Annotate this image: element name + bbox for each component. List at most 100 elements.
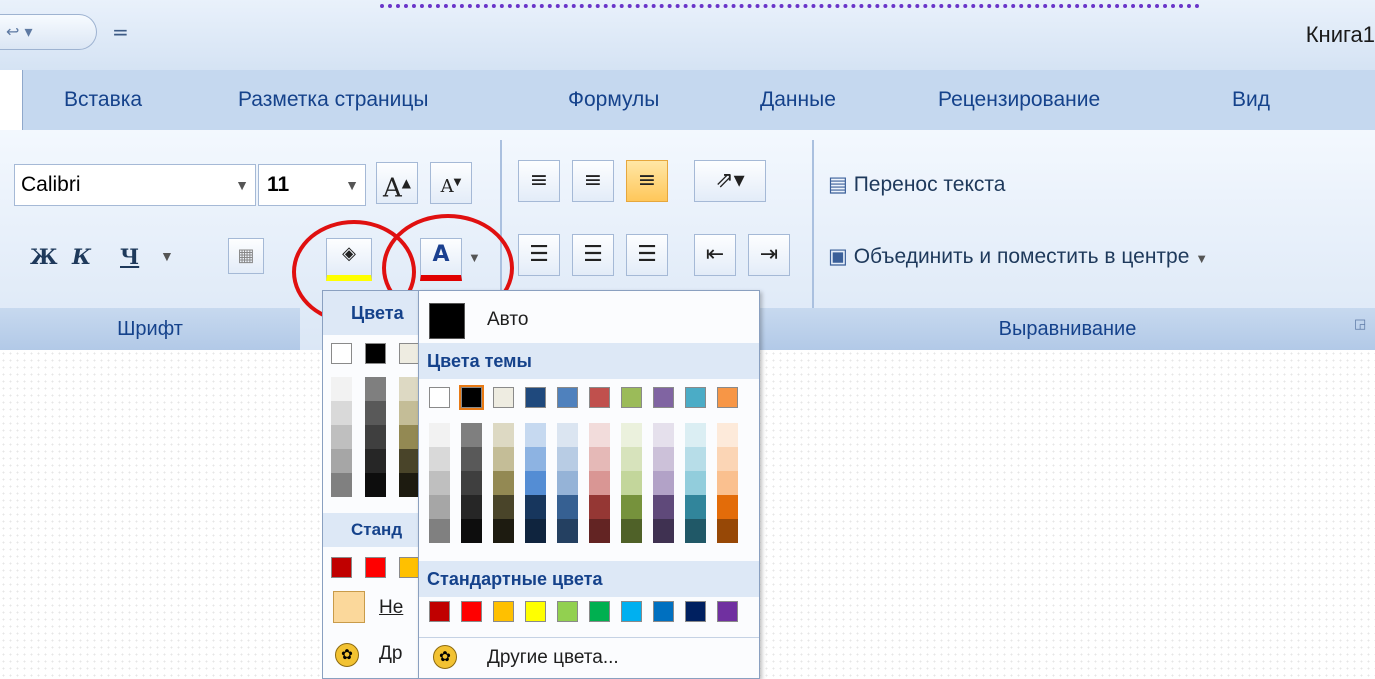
decrease-indent-button[interactable]: ⇤	[694, 234, 736, 276]
fill-theme-swatch[interactable]	[399, 449, 420, 473]
fill-theme-swatch[interactable]	[331, 343, 352, 364]
align-right-button[interactable]: ☰	[626, 234, 668, 276]
theme-color-swatch[interactable]	[589, 423, 610, 447]
fill-theme-swatch[interactable]	[399, 425, 420, 449]
theme-color-swatch[interactable]	[557, 423, 578, 447]
standard-color-swatch[interactable]	[525, 601, 546, 622]
theme-color-swatch[interactable]	[557, 495, 578, 519]
fill-standard-swatch[interactable]	[365, 557, 386, 578]
theme-color-swatch[interactable]	[525, 447, 546, 471]
theme-color-swatch[interactable]	[621, 447, 642, 471]
theme-color-swatch[interactable]	[685, 471, 706, 495]
theme-color-swatch[interactable]	[557, 387, 578, 408]
standard-color-swatch[interactable]	[621, 601, 642, 622]
underline-button[interactable]: Ч	[120, 244, 139, 269]
theme-color-swatch[interactable]	[621, 495, 642, 519]
tab-insert[interactable]: Вставка	[64, 88, 142, 112]
theme-color-swatch[interactable]	[525, 495, 546, 519]
theme-color-swatch[interactable]	[653, 447, 674, 471]
theme-color-swatch[interactable]	[653, 423, 674, 447]
standard-color-swatch[interactable]	[493, 601, 514, 622]
more-colors-label[interactable]: Другие цвета...	[487, 647, 619, 669]
fill-theme-swatch[interactable]	[365, 343, 386, 364]
theme-color-swatch[interactable]	[717, 447, 738, 471]
quick-access-undo-button[interactable]: ↩ ▾	[0, 14, 97, 50]
fill-standard-swatch[interactable]	[399, 557, 420, 578]
theme-color-swatch[interactable]	[589, 519, 610, 543]
borders-icon[interactable]: ▦	[228, 238, 264, 274]
font-name-combo[interactable]: Calibri ▼	[14, 164, 256, 206]
quick-access-customize-button[interactable]: =	[112, 20, 129, 44]
shrink-font-button[interactable]: A▼	[430, 162, 472, 204]
fill-theme-swatch[interactable]	[365, 401, 386, 425]
fill-theme-swatch[interactable]	[331, 377, 352, 401]
theme-color-swatch[interactable]	[557, 471, 578, 495]
align-top-button[interactable]: ≡	[518, 160, 560, 202]
theme-color-swatch[interactable]	[653, 387, 674, 408]
theme-color-swatch[interactable]	[653, 495, 674, 519]
theme-color-swatch[interactable]	[717, 495, 738, 519]
theme-color-swatch[interactable]	[429, 387, 450, 408]
theme-color-swatch[interactable]	[621, 387, 642, 408]
align-bottom-button[interactable]: ≡	[626, 160, 668, 202]
align-left-button[interactable]: ☰	[518, 234, 560, 276]
fill-theme-swatch[interactable]	[331, 401, 352, 425]
theme-color-swatch[interactable]	[429, 519, 450, 543]
italic-button[interactable]: К	[72, 244, 91, 269]
tab-review[interactable]: Рецензирование	[938, 88, 1100, 112]
tab-view[interactable]: Вид	[1232, 88, 1270, 112]
theme-color-swatch[interactable]	[621, 471, 642, 495]
fill-theme-swatch[interactable]	[399, 473, 420, 497]
theme-color-swatch[interactable]	[685, 495, 706, 519]
standard-color-swatch[interactable]	[557, 601, 578, 622]
standard-color-swatch[interactable]	[717, 601, 738, 622]
theme-color-swatch[interactable]	[589, 387, 610, 408]
theme-color-swatch[interactable]	[685, 519, 706, 543]
grow-font-button[interactable]: A▲	[376, 162, 418, 204]
fill-theme-swatch[interactable]	[399, 343, 420, 364]
theme-color-swatch[interactable]	[717, 471, 738, 495]
theme-color-swatch[interactable]	[653, 519, 674, 543]
align-middle-button[interactable]: ≡	[572, 160, 614, 202]
theme-color-swatch[interactable]	[653, 471, 674, 495]
theme-color-swatch[interactable]	[461, 471, 482, 495]
theme-color-swatch[interactable]	[589, 471, 610, 495]
chevron-down-icon[interactable]: ▼	[229, 165, 249, 205]
tab-formulas[interactable]: Формулы	[568, 88, 659, 112]
theme-color-swatch[interactable]	[525, 471, 546, 495]
standard-color-swatch[interactable]	[589, 601, 610, 622]
fill-theme-swatch[interactable]	[365, 449, 386, 473]
standard-color-swatch[interactable]	[685, 601, 706, 622]
theme-color-swatch[interactable]	[525, 387, 546, 408]
dialog-launcher-icon[interactable]: ◲	[1354, 316, 1366, 332]
fill-standard-swatch[interactable]	[331, 557, 352, 578]
theme-color-swatch[interactable]	[525, 423, 546, 447]
fill-theme-swatch[interactable]	[365, 377, 386, 401]
theme-color-swatch[interactable]	[459, 385, 484, 410]
no-fill-swatch[interactable]	[333, 591, 365, 623]
theme-color-swatch[interactable]	[493, 423, 514, 447]
theme-color-swatch[interactable]	[525, 519, 546, 543]
standard-color-swatch[interactable]	[461, 601, 482, 622]
font-size-combo[interactable]: 11 ▼	[258, 164, 366, 206]
fill-theme-swatch[interactable]	[399, 401, 420, 425]
fill-theme-swatch[interactable]	[365, 473, 386, 497]
theme-color-swatch[interactable]	[429, 423, 450, 447]
no-fill-label[interactable]: Не	[379, 597, 403, 619]
theme-color-swatch[interactable]	[589, 447, 610, 471]
tab-data[interactable]: Данные	[760, 88, 836, 112]
theme-color-swatch[interactable]	[461, 519, 482, 543]
bold-button[interactable]: Ж	[30, 244, 58, 269]
standard-color-swatch[interactable]	[653, 601, 674, 622]
theme-color-swatch[interactable]	[429, 447, 450, 471]
chevron-down-icon[interactable]: ▼	[337, 165, 359, 205]
fill-theme-swatch[interactable]	[331, 473, 352, 497]
theme-color-swatch[interactable]	[557, 519, 578, 543]
underline-dropdown-chevron-icon[interactable]: ▼	[160, 248, 174, 264]
align-center-button[interactable]: ☰	[572, 234, 614, 276]
theme-color-swatch[interactable]	[589, 495, 610, 519]
fill-theme-swatch[interactable]	[331, 425, 352, 449]
fill-theme-swatch[interactable]	[365, 425, 386, 449]
theme-color-swatch[interactable]	[717, 519, 738, 543]
auto-color-label[interactable]: Авто	[487, 309, 528, 331]
